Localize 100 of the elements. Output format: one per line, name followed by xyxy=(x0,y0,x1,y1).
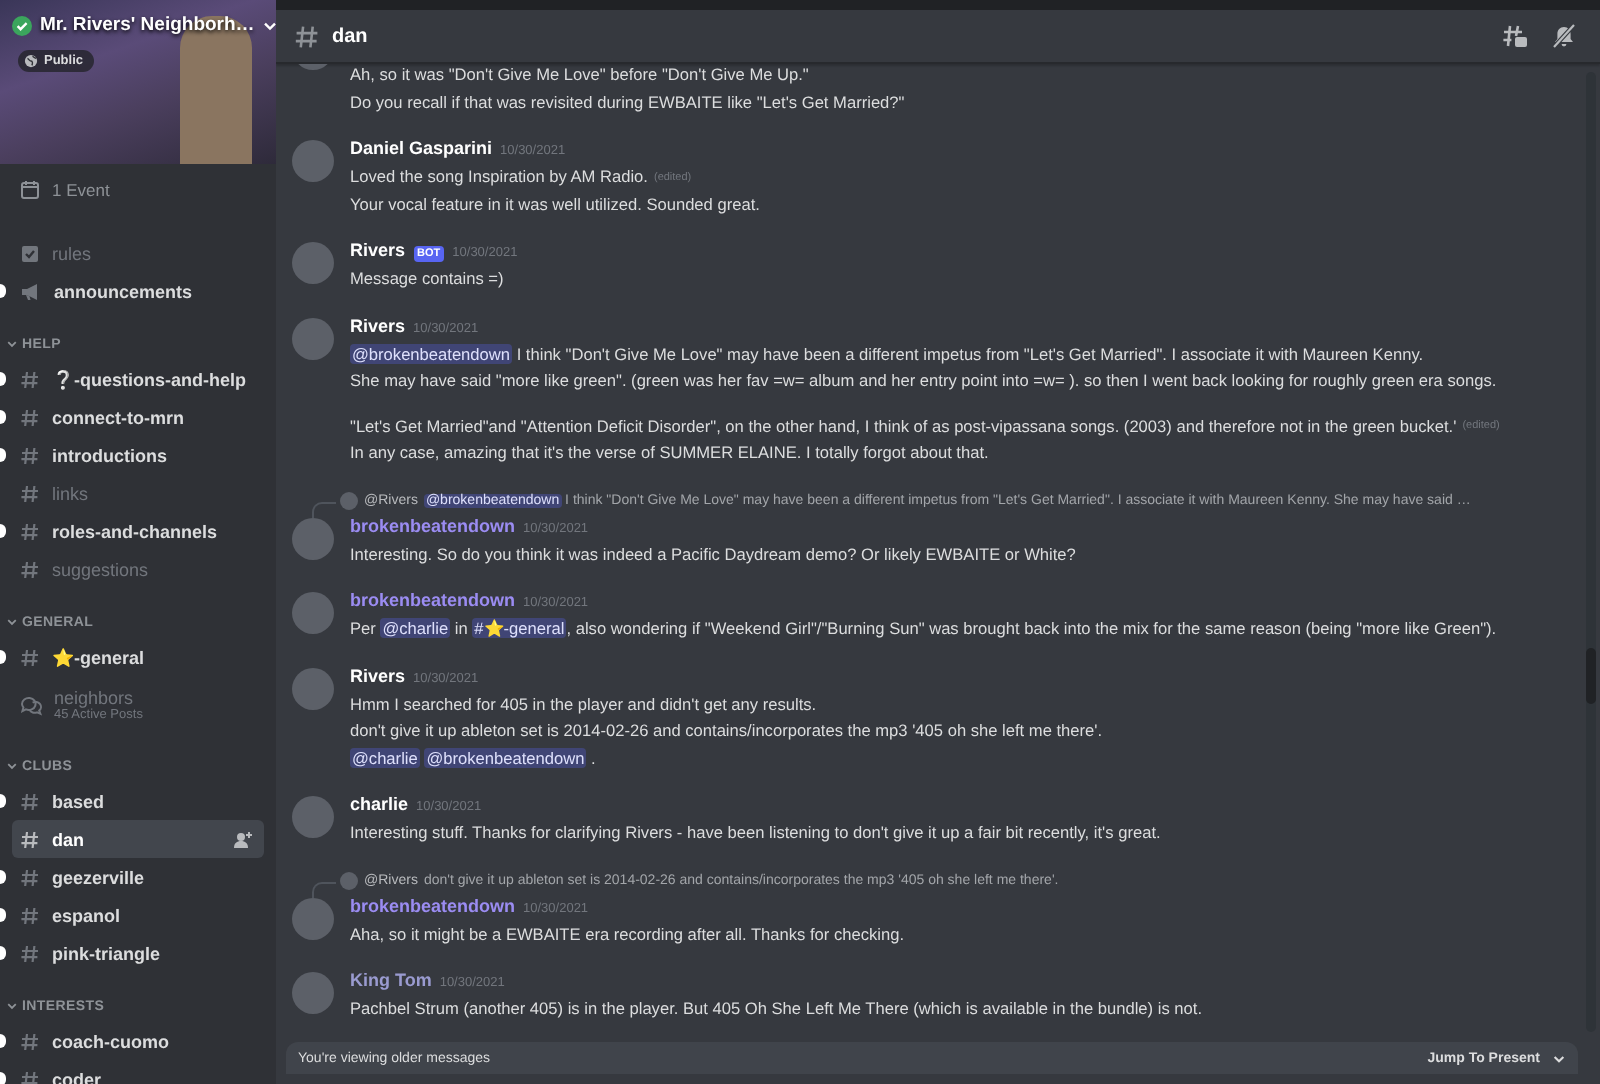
message-text: @charlie @brokenbeatendown . xyxy=(350,745,596,772)
author-name[interactable]: charlie xyxy=(350,794,409,814)
author-name[interactable]: Rivers xyxy=(350,665,406,685)
author-name[interactable]: Daniel Gasparini xyxy=(350,138,493,158)
avatar[interactable] xyxy=(292,242,334,284)
add-member-icon[interactable] xyxy=(234,831,252,847)
channel-item[interactable]: ⭐-general xyxy=(12,638,264,676)
reply-avatar xyxy=(340,492,358,510)
channel-item[interactable]: dan xyxy=(12,820,264,858)
hash-icon xyxy=(20,369,40,389)
message-text: Interesting. So do you think it was indeed a Pacific Daydream demo? Or likely EWBAITE or White? xyxy=(350,541,1076,568)
channel-item[interactable]: geezerville xyxy=(12,858,264,896)
hash-icon xyxy=(20,521,40,541)
chevron-down-icon xyxy=(6,338,18,350)
unread-indicator xyxy=(0,946,6,960)
message-text: Per @charlie in #⭐-general, also wondering if "Weekend Girl"/"Burning Sun" was brought back into the mix for the same reason (being "more like Green"). xyxy=(350,616,1497,643)
message-text: Hmm I searched for 405 in the player and didn't get any results. xyxy=(350,691,817,718)
channel-item[interactable]: based xyxy=(12,782,264,820)
unread-indicator xyxy=(0,794,6,808)
chevron-down-icon xyxy=(1552,1051,1566,1065)
avatar[interactable] xyxy=(292,796,334,838)
chevron-down-icon xyxy=(6,760,18,772)
message-text: Do you recall if that was revisited during EWBAITE like "Let's Get Married?" xyxy=(350,89,905,116)
events-button[interactable]: 1 Event xyxy=(20,180,110,200)
reply-avatar xyxy=(340,872,358,890)
unread-indicator xyxy=(0,908,6,922)
hash-icon xyxy=(20,829,40,849)
user-mention[interactable]: @charlie xyxy=(380,618,451,639)
author-name[interactable]: King Tom xyxy=(350,970,432,990)
chevron-down-icon xyxy=(262,17,276,33)
chat-bubbles-icon xyxy=(20,693,42,715)
bell-off-icon[interactable] xyxy=(1552,24,1576,48)
hash-icon xyxy=(20,407,40,427)
channel-item[interactable]: ❔-questions-and-help xyxy=(12,360,264,398)
avatar[interactable] xyxy=(292,140,334,182)
calendar-icon xyxy=(20,180,40,200)
scrollbar[interactable] xyxy=(1586,72,1596,1032)
message-text: Your vocal feature in it was well utilized. Sounded great. xyxy=(350,191,760,218)
hash-icon xyxy=(20,943,40,963)
message-text: Pachbel Strum (another 405) is in the player. But 405 Oh She Left Me There (which is available in the bundle) is not. xyxy=(350,996,1202,1023)
hash-icon xyxy=(20,791,40,811)
channel-item[interactable]: coach-cuomo xyxy=(12,1022,264,1060)
unread-indicator xyxy=(0,410,6,424)
hash-icon xyxy=(20,1031,40,1051)
hash-icon xyxy=(294,23,320,49)
channel-item[interactable]: connect-to-mrn xyxy=(12,398,264,436)
channel-item[interactable]: roles-and-channels xyxy=(12,512,264,550)
server-name[interactable]: Mr. Rivers' Neighborh… xyxy=(40,14,255,36)
globe-icon xyxy=(24,54,38,68)
message-text: @brokenbeatendown I think "Don't Give Me Love" may have been a different impetus from "Let's Get Married". I associate it with Maureen Kenny. xyxy=(350,341,1424,368)
hash-icon xyxy=(20,647,40,667)
hash-icon xyxy=(20,559,40,579)
channel-item[interactable]: pink-triangle xyxy=(12,934,264,972)
channel-mention[interactable]: #⭐-general xyxy=(472,618,567,639)
avatar[interactable] xyxy=(292,897,334,939)
message-text: "Let's Get Married"and "Attention Deficit Disorder", on the other hand, I think of as post-vipassana songs. (2003) and therefore not in the green bucket.' xyxy=(350,413,1457,440)
reply-connector xyxy=(312,881,336,897)
hash-icon xyxy=(20,867,40,887)
avatar[interactable] xyxy=(292,667,334,709)
avatar[interactable] xyxy=(292,592,334,634)
unread-indicator xyxy=(0,650,6,664)
message-text: don't give it up ableton set is 2014-02-26 and contains/incorporates the mp3 '405 oh she left me there'. xyxy=(350,718,1103,745)
unread-indicator xyxy=(0,870,6,884)
hash-icon xyxy=(20,445,40,465)
chevron-down-icon xyxy=(6,616,18,628)
user-mention[interactable]: @charlie xyxy=(350,747,420,768)
megaphone-icon xyxy=(20,281,42,301)
message-text: Interesting stuff. Thanks for clarifying Rivers - have been listening to don't give it up a fair bit recently, it's great. xyxy=(350,820,1161,847)
message-text: She may have said "more like green". (green was her fav =w= album and her entry point into =w= ). so then I went back looking for roughly green era songs. xyxy=(350,368,1497,395)
author-name[interactable]: Rivers xyxy=(350,240,406,260)
avatar[interactable] xyxy=(292,972,334,1014)
chevron-down-icon xyxy=(6,1000,18,1012)
unread-indicator xyxy=(0,448,6,462)
message-text: In any case, amazing that it's the verse of SUMMER ELAINE. I totally forgot about that. xyxy=(350,440,989,467)
channel-item[interactable]: introductions xyxy=(12,436,264,474)
message-text: Message contains =) xyxy=(350,266,504,293)
author-name[interactable]: brokenbeatendown xyxy=(350,515,516,535)
reply-connector xyxy=(312,501,336,517)
verified-check-icon xyxy=(12,15,32,35)
user-mention[interactable]: @brokenbeatendown xyxy=(350,343,513,364)
channel-name: neighbors xyxy=(54,687,136,707)
author-name[interactable]: Rivers xyxy=(350,315,406,335)
channel-item[interactable]: announcements xyxy=(12,272,264,310)
author-name[interactable]: brokenbeatendown xyxy=(350,590,516,610)
channel-item[interactable]: espanol xyxy=(12,896,264,934)
channel-title: dan xyxy=(332,25,370,47)
message-text: Aha, so it might be a EWBAITE era recording after all. Thanks for checking. xyxy=(350,921,904,948)
threads-icon[interactable] xyxy=(1502,24,1528,48)
unread-indicator xyxy=(0,284,6,298)
unread-indicator xyxy=(0,372,6,386)
hash-icon xyxy=(20,1069,40,1084)
avatar[interactable] xyxy=(292,517,334,559)
unread-indicator xyxy=(0,524,6,538)
user-mention[interactable]: @brokenbeatendown xyxy=(424,747,587,768)
hash-icon xyxy=(20,483,40,503)
author-name[interactable]: brokenbeatendown xyxy=(350,895,516,915)
unread-indicator xyxy=(0,1034,6,1048)
hash-icon xyxy=(20,905,40,925)
message-text: Ah, so it was "Don't Give Me Love" before "Don't Give Me Up." xyxy=(350,64,809,89)
avatar[interactable] xyxy=(292,317,334,359)
